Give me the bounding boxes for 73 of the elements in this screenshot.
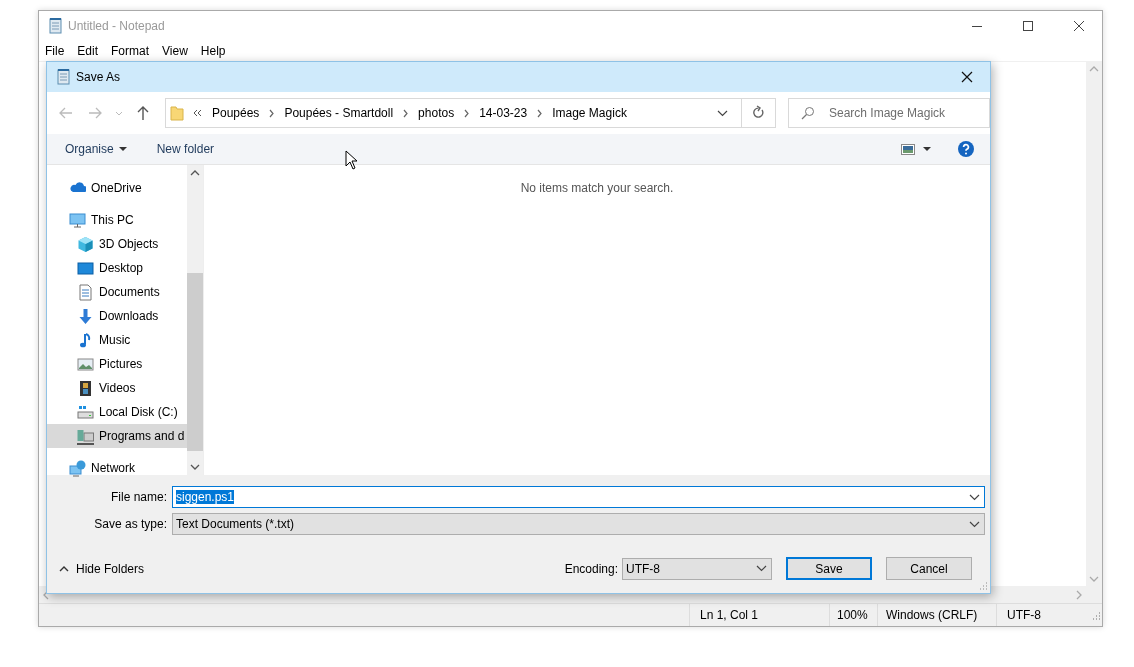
breadcrumb[interactable]: Image Magick (552, 106, 627, 120)
encoding-dropdown[interactable]: UTF-8 (622, 557, 772, 580)
empty-message: No items match your search. (520, 181, 674, 195)
menu-item[interactable]: Help (200, 44, 226, 58)
caret-icon[interactable] (923, 147, 931, 151)
notepad-icon (56, 69, 71, 85)
field-label: File name: (109, 490, 167, 504)
chevron-right-icon (268, 108, 276, 118)
notepad-icon (48, 18, 63, 34)
status-text: Windows (CRLF) (877, 604, 996, 626)
menu-item[interactable]: File (45, 44, 65, 58)
dropdown-icon (756, 565, 767, 572)
film-icon (77, 379, 94, 397)
field-label: Encoding: (564, 561, 618, 576)
status-text: 100% (829, 604, 877, 626)
chevron-up-icon (59, 565, 69, 572)
chevron-right-icon (402, 108, 410, 118)
chevron-right-icon (536, 108, 544, 118)
sidebar-item[interactable]: Videos (47, 376, 187, 400)
dialog-title: Save As (76, 70, 121, 84)
status-text: UTF-8 (996, 604, 1088, 626)
dialog-button[interactable]: Cancel (886, 557, 972, 580)
sidebar-item[interactable]: This PC (47, 208, 187, 232)
menu-item[interactable]: View (162, 44, 188, 58)
breadcrumb[interactable]: Poupées - Smartdoll (284, 106, 394, 120)
cube-icon (77, 235, 94, 253)
address-bar[interactable]: Poupées Poupées - Smartdoll photos 14-03-23 Image Magick (165, 98, 776, 128)
search-field[interactable]: Search Image Magick (788, 98, 990, 128)
breadcrumb[interactable]: Poupées (212, 106, 260, 120)
sidebar-item[interactable]: OneDrive (47, 176, 187, 200)
toolbar-button[interactable]: New folder (148, 138, 223, 160)
hide-folders-button[interactable]: Hide Folders (47, 558, 149, 579)
window-title: Untitled - Notepad (68, 19, 165, 33)
sidebar-item[interactable]: Desktop (47, 256, 187, 280)
menu-item[interactable]: Edit (77, 44, 99, 58)
drive-icon (77, 403, 94, 421)
network-icon (69, 459, 86, 477)
help-icon[interactable] (958, 141, 974, 157)
sidebar-item[interactable]: Local Disk (C:) (47, 400, 187, 424)
dropdown-icon[interactable] (717, 109, 728, 117)
dialog-button[interactable]: Save (786, 557, 872, 580)
sidebar-item[interactable]: Programs and d (47, 424, 187, 448)
search-icon (801, 106, 815, 120)
sidebar-item[interactable]: Documents (47, 280, 187, 304)
breadcrumb[interactable]: 14-03-23 (479, 106, 528, 120)
menu-button[interactable]: Organise (57, 138, 135, 160)
breadcrumb[interactable]: photos (418, 106, 455, 120)
sidebar-item[interactable]: Music (47, 328, 187, 352)
chevron-right-icon (463, 108, 471, 118)
monitor-icon (69, 211, 86, 229)
document-icon (77, 283, 94, 301)
status-text: Ln 1, Col 1 (689, 604, 829, 626)
folder-icon (170, 105, 184, 121)
sidebar-item[interactable]: Downloads (47, 304, 187, 328)
vertical-scrollbar[interactable] (1086, 62, 1102, 586)
vertical-scrollbar[interactable] (187, 165, 203, 475)
view-options-icon[interactable] (901, 143, 915, 155)
dropdown-icon (969, 493, 980, 501)
file-name-field[interactable]: siggen.ps1 (172, 486, 985, 508)
caret-icon (118, 147, 127, 151)
overflow-chevron-icon (193, 108, 203, 118)
network-drive-icon (77, 427, 94, 445)
sidebar-item[interactable]: 3D Objects (47, 232, 187, 256)
down-arrow-icon (77, 307, 94, 325)
resize-grip-icon (978, 581, 988, 591)
sidebar-item[interactable]: Network (47, 456, 187, 480)
file-type-dropdown[interactable]: Text Documents (*.txt) (172, 513, 985, 535)
monitor-icon (77, 259, 94, 277)
field-label: Save as type: (93, 517, 167, 531)
sidebar-item[interactable]: Pictures (47, 352, 187, 376)
dropdown-icon (969, 520, 980, 528)
menu-item[interactable]: Format (111, 44, 150, 58)
picture-icon (77, 355, 94, 373)
